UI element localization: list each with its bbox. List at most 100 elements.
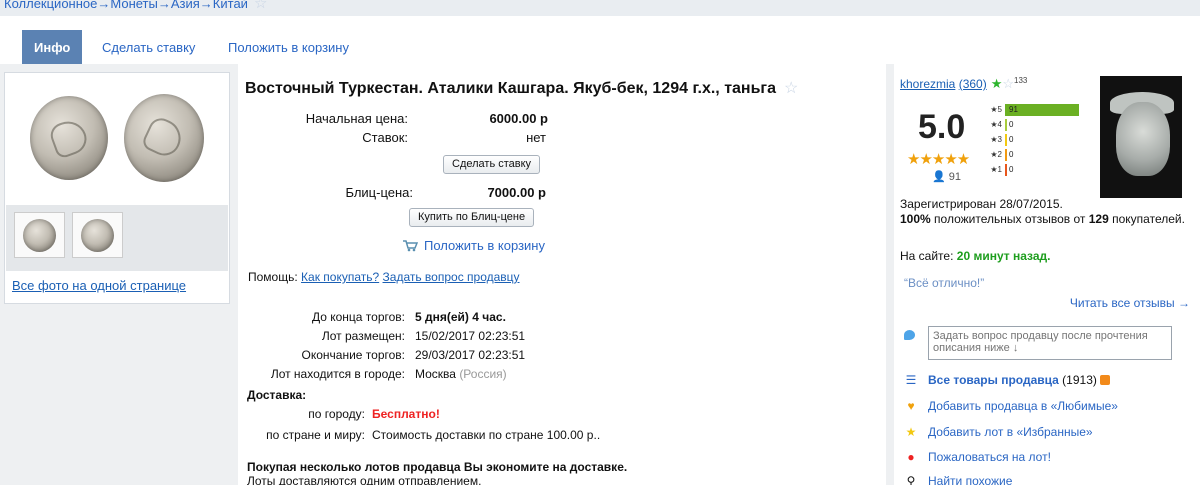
tab-make-bid[interactable]: Сделать ставку [90, 30, 207, 66]
tab-add-to-basket[interactable]: Положить в корзину [216, 30, 361, 66]
buy-now-button[interactable]: Купить по Блиц-цене [409, 208, 535, 227]
favorite-lot-star-icon[interactable]: ☆ [784, 80, 798, 97]
online-status: На сайте: 20 минут назад. [900, 249, 1050, 263]
rating-row-count: 0 [1009, 165, 1014, 174]
add-to-basket-label: Положить в корзину [424, 238, 545, 253]
blitz-price-value: 7000.00 р [487, 185, 546, 200]
thumbnail-strip [6, 205, 228, 271]
add-to-basket-link[interactable]: Положить в корзину [402, 238, 545, 253]
rating-row: ★5 91 [986, 104, 1086, 116]
breadcrumb: Коллекционное→Монеты→Азия→Китай ☆ [4, 0, 267, 12]
all-items-link[interactable]: ☰ Все товары продавца (1913) [904, 373, 1110, 387]
tab-bar: Инфо Сделать ставку Положить в корзину [0, 16, 1200, 66]
complain-link[interactable]: ● Пожаловаться на лот! [904, 450, 1051, 464]
coin-obverse-image [30, 96, 108, 180]
seller-avatar[interactable] [1100, 76, 1182, 198]
delivery-heading: Доставка: [247, 388, 307, 402]
online-label: На сайте: [900, 249, 954, 263]
green-star-icon: ★ [990, 76, 1003, 91]
rss-icon[interactable] [1099, 375, 1110, 385]
ask-seller-input[interactable] [928, 326, 1172, 360]
start-price-value: 6000.00 р [489, 111, 548, 126]
breadcrumb-item[interactable]: Монеты [110, 0, 157, 11]
seller-feedback-link[interactable]: (360) [959, 77, 987, 91]
rating-row-label: ★5 [990, 105, 1002, 114]
blitz-price-label: Блиц-цена: [345, 185, 413, 200]
breadcrumb-item[interactable]: Китай [213, 0, 248, 11]
alert-icon: ● [907, 450, 915, 464]
delivery-world-value: Стоимость доставки по стране 100.00 р.. [372, 428, 601, 442]
rating-row-label: ★4 [990, 120, 1002, 129]
lot-title-text: Восточный Туркестан. Аталики Кашгара. Як… [245, 80, 776, 97]
main-photo[interactable] [6, 74, 228, 204]
registered-date: Зарегистрирован 28/07/2015. [900, 197, 1063, 211]
search-icon: ⚲ [906, 474, 916, 485]
all-items-count: (1913) [1062, 373, 1097, 387]
seller-rating: 5.0 [918, 108, 966, 146]
seller-header: khorezmia (360) ★☆133 [900, 76, 1027, 92]
make-bid-button[interactable]: Сделать ставку [443, 155, 541, 174]
multi-lot-note: Лоты доставляются одним отправлением. [247, 474, 482, 485]
positive-count: 129 [1088, 212, 1109, 226]
lot-details: Восточный Туркестан. Аталики Кашгара. Як… [238, 64, 886, 485]
star-icon: ★ [905, 425, 917, 439]
time-left-label: До конца торгов: [311, 310, 405, 324]
online-value: 20 минут назад. [956, 249, 1051, 263]
favorite-star-icon[interactable]: ☆ [254, 0, 267, 12]
bids-label: Ставок: [362, 130, 408, 145]
feedback-quote: “Всё отлично!” [904, 276, 985, 290]
photo-gallery: Все фото на одной странице [4, 72, 230, 304]
delivery-city-label: по городу: [308, 407, 365, 421]
breadcrumb-item[interactable]: Коллекционное [4, 0, 97, 11]
thumbnail-reverse[interactable] [72, 212, 123, 258]
heart-icon: ♥ [907, 399, 915, 413]
votes-count: 👤 91 [932, 171, 962, 183]
positive-pct: 100% [900, 212, 931, 226]
breadcrumb-item[interactable]: Азия [171, 0, 200, 11]
how-to-buy-link[interactable]: Как покупать? [301, 270, 379, 284]
tab-info[interactable]: Инфо [22, 30, 83, 66]
ends-label: Окончание торгов: [301, 348, 406, 362]
lot-title: Восточный Туркестан. Аталики Кашгара. Як… [245, 78, 798, 98]
country-value: (Россия) [459, 367, 507, 381]
rating-row-count: 0 [1009, 135, 1014, 144]
basket-icon [403, 240, 418, 252]
help-label: Помощь: [248, 270, 298, 284]
rating-stars-icon: ★★★★★ [907, 151, 970, 168]
time-left-value: 5 дня(ей) 4 час. [415, 310, 506, 324]
rating-row-label: ★2 [990, 150, 1002, 159]
outline-star-icon: ☆ [1002, 76, 1015, 91]
rating-bar [1005, 119, 1007, 131]
city-value: Москва (Россия) [415, 367, 507, 381]
breadcrumb-separator: → [157, 0, 171, 11]
help-row: Помощь: Как покупать? Задать вопрос прод… [248, 270, 520, 284]
rating-row-label: ★3 [990, 135, 1002, 144]
rating-row: ★3 0 [986, 134, 1086, 146]
read-all-reviews-link[interactable]: Читать все отзывы → [1070, 296, 1190, 310]
city-label: Лот находится в городе: [270, 367, 405, 381]
placed-value: 15/02/2017 02:23:51 [415, 329, 526, 343]
start-price-label: Начальная цена: [305, 111, 408, 126]
find-similar-link[interactable]: ⚲ Найти похожие [904, 474, 1013, 485]
ask-seller-link[interactable]: Задать вопрос продавцу [383, 270, 520, 284]
rating-bar [1005, 134, 1007, 146]
bids-value: нет [526, 130, 546, 145]
add-favorite-seller-link[interactable]: ♥ Добавить продавца в «Любимые» [904, 399, 1118, 413]
multi-lot-heading: Покупая несколько лотов продавца Вы экон… [247, 460, 628, 474]
all-items-label: Все товары продавца [928, 373, 1059, 387]
seller-name-link[interactable]: khorezmia [900, 77, 955, 91]
all-photos-link[interactable]: Все фото на одной странице [12, 278, 186, 293]
thumbnail-obverse[interactable] [14, 212, 65, 258]
rating-row: ★1 0 [986, 164, 1086, 176]
rating-bar [1005, 164, 1007, 176]
rating-row-count: 0 [1009, 120, 1014, 129]
breadcrumb-separator: → [97, 0, 111, 11]
breadcrumb-separator: → [199, 0, 213, 11]
delivery-world-label: по стране и миру: [266, 428, 365, 442]
placed-label: Лот размещен: [321, 329, 405, 343]
add-favorite-lot-link[interactable]: ★ Добавить лот в «Избранные» [904, 425, 1093, 439]
positive-text: положительных отзывов от [934, 212, 1086, 226]
rating-row: ★2 0 [986, 149, 1086, 161]
delivery-city-value: Бесплатно! [372, 407, 440, 421]
seller-panel: khorezmia (360) ★☆133 5.0 ★★★★★ 👤 91 ★5 91… [894, 64, 1200, 485]
